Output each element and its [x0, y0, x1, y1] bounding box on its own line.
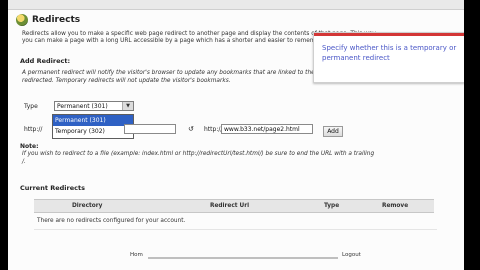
screen-frame: Redirects Redirects allow you to make a …	[0, 0, 480, 270]
type-label: Type	[24, 103, 38, 110]
note-line-1: If you wish to redirect to a file (examp…	[22, 151, 375, 157]
redirect-arrow-icon: ↺	[188, 125, 194, 133]
footer-bar: Hom Logout	[120, 252, 400, 262]
col-directory: Directory	[72, 203, 103, 209]
note-heading: Note:	[20, 143, 39, 150]
page-header: Redirects	[16, 12, 80, 28]
redirects-table: Directory Redirect Url Type Remove There…	[34, 199, 437, 233]
add-redirect-heading: Add Redirect:	[20, 57, 71, 65]
redirects-page: Redirects Redirects allow you to make a …	[8, 0, 464, 270]
footer-logout-link[interactable]: Logout	[342, 252, 361, 258]
note-line-2: /.	[22, 159, 26, 165]
current-redirects-heading: Current Redirects	[20, 184, 85, 192]
page-title: Redirects	[32, 15, 81, 25]
tooltip-text: Specify whether this is a temporary or p…	[322, 44, 457, 62]
table-empty-row: There are no redirects configured for yo…	[34, 213, 437, 230]
col-type: Type	[324, 203, 340, 209]
tooltip-accent-bar	[314, 33, 464, 36]
type-dropdown[interactable]: Permanent (301) Temporary (302)	[52, 114, 134, 139]
source-path-input[interactable]	[124, 124, 176, 134]
target-http-label: http://	[204, 126, 223, 133]
redirect-icon	[16, 14, 28, 26]
target-url-input[interactable]: www.b33.net/page2.html	[221, 124, 313, 134]
chevron-down-icon[interactable]: ▼	[122, 102, 133, 110]
add-button[interactable]: Add	[323, 126, 343, 137]
footer-divider	[148, 257, 338, 259]
http-label: http://	[24, 126, 43, 133]
col-redirect-url: Redirect Url	[210, 203, 250, 209]
table-header: Directory Redirect Url Type Remove	[34, 199, 434, 213]
type-option-permanent[interactable]: Permanent (301)	[53, 115, 133, 126]
footer-home-link[interactable]: Hom	[130, 252, 143, 258]
type-select[interactable]: Permanent (301) ▼	[54, 101, 134, 111]
top-bar	[8, 0, 464, 10]
tooltip-callout: Specify whether this is a temporary or p…	[313, 32, 464, 83]
type-selected-value: Permanent (301)	[57, 103, 108, 110]
type-option-temporary[interactable]: Temporary (302)	[53, 126, 133, 137]
col-remove: Remove	[382, 203, 409, 209]
